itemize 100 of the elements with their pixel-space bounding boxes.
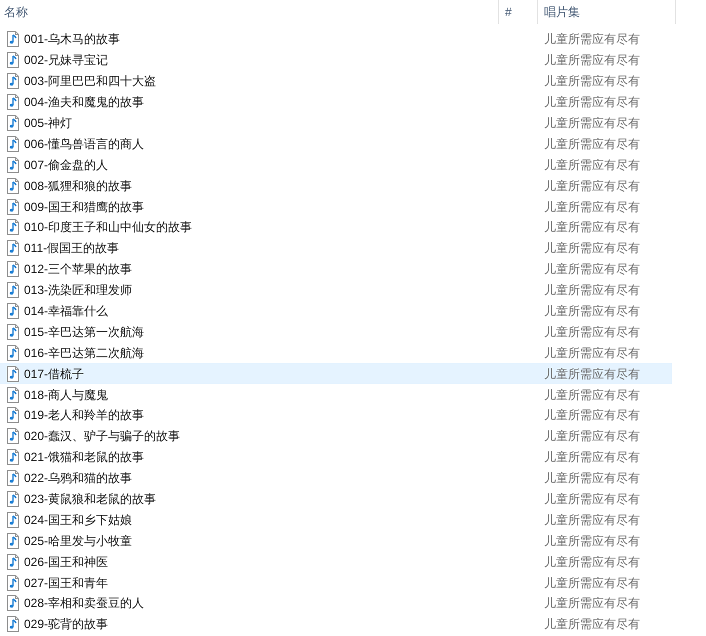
album-name: 儿童所需应有尽有 [543, 261, 640, 278]
audio-file-icon [6, 31, 20, 48]
audio-file-icon [6, 198, 20, 215]
file-name: 013-洗染匠和理发师 [24, 282, 132, 300]
album-name: 儿童所需应有尽有 [543, 512, 640, 529]
file-name: 028-宰相和卖蚕豆的人 [24, 595, 144, 612]
file-name: 004-渔夫和魔鬼的故事 [24, 94, 144, 112]
file-row[interactable]: 016-辛巴达第二次航海 儿童所需应有尽有 [0, 342, 672, 364]
file-name: 003-阿里巴巴和四十大盗 [24, 73, 156, 90]
file-row[interactable]: 024-国王和乡下姑娘 儿童所需应有尽有 [0, 509, 672, 530]
album-name: 儿童所需应有尽有 [543, 303, 640, 320]
file-name: 024-国王和乡下姑娘 [24, 512, 132, 529]
file-name: 008-狐狸和狼的故事 [24, 178, 132, 195]
file-name: 020-蠢汉、驴子与骗子的故事 [24, 428, 180, 446]
audio-file-icon [6, 178, 20, 194]
album-name: 儿童所需应有尽有 [543, 219, 640, 236]
audio-file-icon [6, 512, 20, 528]
file-row[interactable]: 001-乌木马的故事 儿童所需应有尽有 [0, 29, 672, 50]
album-name: 儿童所需应有尽有 [543, 532, 640, 550]
file-row[interactable]: 003-阿里巴巴和四十大盗 儿童所需应有尽有 [0, 70, 672, 92]
audio-file-icon [6, 344, 20, 361]
album-name: 儿童所需应有尽有 [543, 470, 640, 488]
audio-file-icon [6, 407, 20, 424]
audio-file-icon [6, 366, 20, 382]
file-name: 019-老人和羚羊的故事 [24, 407, 144, 424]
file-row[interactable]: 018-商人与魔鬼 儿童所需应有尽有 [0, 384, 672, 406]
album-name: 儿童所需应有尽有 [543, 386, 640, 404]
file-row[interactable]: 021-饿猫和老鼠的故事 儿童所需应有尽有 [0, 446, 672, 468]
column-header[interactable]: 名称 [0, 0, 499, 24]
audio-file-icon [6, 491, 20, 508]
column-header[interactable]: # [499, 0, 538, 24]
file-row[interactable]: 014-幸福靠什么 儿童所需应有尽有 [0, 300, 672, 322]
album-name: 儿童所需应有尽有 [543, 324, 640, 341]
album-name: 儿童所需应有尽有 [543, 407, 640, 424]
file-row[interactable]: 027-国王和青年 儿童所需应有尽有 [0, 572, 672, 594]
album-name: 儿童所需应有尽有 [543, 616, 640, 634]
file-row[interactable]: 012-三个苹果的故事 儿童所需应有尽有 [0, 258, 672, 280]
file-name: 029-驼背的故事 [24, 616, 108, 634]
file-name: 012-三个苹果的故事 [24, 261, 132, 278]
file-row[interactable]: 028-宰相和卖蚕豆的人 儿童所需应有尽有 [0, 593, 672, 614]
file-row[interactable]: 023-黄鼠狼和老鼠的故事 儿童所需应有尽有 [0, 488, 672, 510]
file-row[interactable]: 009-国王和猎鹰的故事 儿童所需应有尽有 [0, 196, 672, 218]
file-row[interactable]: 006-懂鸟兽语言的商人 儿童所需应有尽有 [0, 133, 672, 154]
file-row[interactable]: 020-蠢汉、驴子与骗子的故事 儿童所需应有尽有 [0, 426, 672, 447]
album-name: 儿童所需应有尽有 [543, 344, 640, 362]
album-name: 儿童所需应有尽有 [543, 52, 640, 70]
file-name: 009-国王和猎鹰的故事 [24, 198, 144, 216]
audio-file-icon [6, 470, 20, 486]
audio-file-icon [6, 219, 20, 236]
file-row[interactable]: 025-哈里发与小牧童 儿童所需应有尽有 [0, 530, 672, 552]
album-name: 儿童所需应有尽有 [543, 428, 640, 446]
file-row[interactable]: 015-辛巴达第一次航海 儿童所需应有尽有 [0, 321, 672, 342]
album-name: 儿童所需应有尽有 [543, 574, 640, 592]
file-row[interactable]: 010-印度王子和山中仙女的故事 儿童所需应有尽有 [0, 217, 672, 238]
file-name: 001-乌木马的故事 [24, 31, 120, 48]
file-name: 005-神灯 [24, 115, 72, 132]
column-header[interactable]: 唱片集 [538, 0, 676, 24]
album-name: 儿童所需应有尽有 [543, 115, 640, 132]
file-name: 007-偷金盘的人 [24, 156, 108, 174]
file-row[interactable]: 004-渔夫和魔鬼的故事 儿童所需应有尽有 [0, 92, 672, 113]
album-name: 儿童所需应有尽有 [543, 449, 640, 466]
file-name: 002-兄妹寻宝记 [24, 52, 108, 70]
file-name: 022-乌鸦和猫的故事 [24, 470, 132, 488]
audio-file-icon [6, 115, 20, 131]
file-row[interactable]: 017-借梳子 儿童所需应有尽有 [0, 363, 672, 384]
album-name: 儿童所需应有尽有 [543, 156, 640, 174]
album-name: 儿童所需应有尽有 [543, 595, 640, 612]
file-name: 017-借梳子 [24, 366, 84, 383]
album-name: 儿童所需应有尽有 [543, 240, 640, 258]
file-name: 027-国王和青年 [24, 574, 108, 592]
album-name: 儿童所需应有尽有 [543, 31, 640, 48]
audio-file-icon [6, 73, 20, 90]
file-row[interactable]: 019-老人和羚羊的故事 儿童所需应有尽有 [0, 405, 672, 426]
album-name: 儿童所需应有尽有 [543, 198, 640, 216]
audio-file-icon [6, 428, 20, 444]
album-name: 儿童所需应有尽有 [543, 491, 640, 508]
file-row[interactable]: 008-狐狸和狼的故事 儿童所需应有尽有 [0, 175, 672, 196]
file-row[interactable]: 029-驼背的故事 儿童所需应有尽有 [0, 614, 672, 635]
audio-file-icon [6, 261, 20, 278]
file-row[interactable]: 007-偷金盘的人 儿童所需应有尽有 [0, 154, 672, 176]
audio-file-icon [6, 324, 20, 340]
file-name: 023-黄鼠狼和老鼠的故事 [24, 491, 156, 508]
audio-file-icon [6, 386, 20, 403]
file-row[interactable]: 005-神灯 儿童所需应有尽有 [0, 112, 672, 134]
file-row[interactable]: 022-乌鸦和猫的故事 儿童所需应有尽有 [0, 468, 672, 489]
audio-file-icon [6, 532, 20, 549]
album-name: 儿童所需应有尽有 [543, 178, 640, 195]
album-name: 儿童所需应有尽有 [543, 282, 640, 300]
file-row[interactable]: 002-兄妹寻宝记 儿童所需应有尽有 [0, 50, 672, 71]
file-row[interactable]: 011-假国王的故事 儿童所需应有尽有 [0, 238, 672, 259]
file-row[interactable]: 026-国王和神医 儿童所需应有尽有 [0, 551, 672, 572]
album-name: 儿童所需应有尽有 [543, 554, 640, 571]
audio-file-icon [6, 156, 20, 173]
audio-file-icon [6, 52, 20, 68]
file-name: 016-辛巴达第二次航海 [24, 344, 144, 362]
audio-file-icon [6, 303, 20, 320]
file-row[interactable]: 013-洗染匠和理发师 儿童所需应有尽有 [0, 280, 672, 301]
file-name: 026-国王和神医 [24, 554, 108, 571]
audio-file-icon [6, 282, 20, 298]
album-name: 儿童所需应有尽有 [543, 366, 640, 383]
